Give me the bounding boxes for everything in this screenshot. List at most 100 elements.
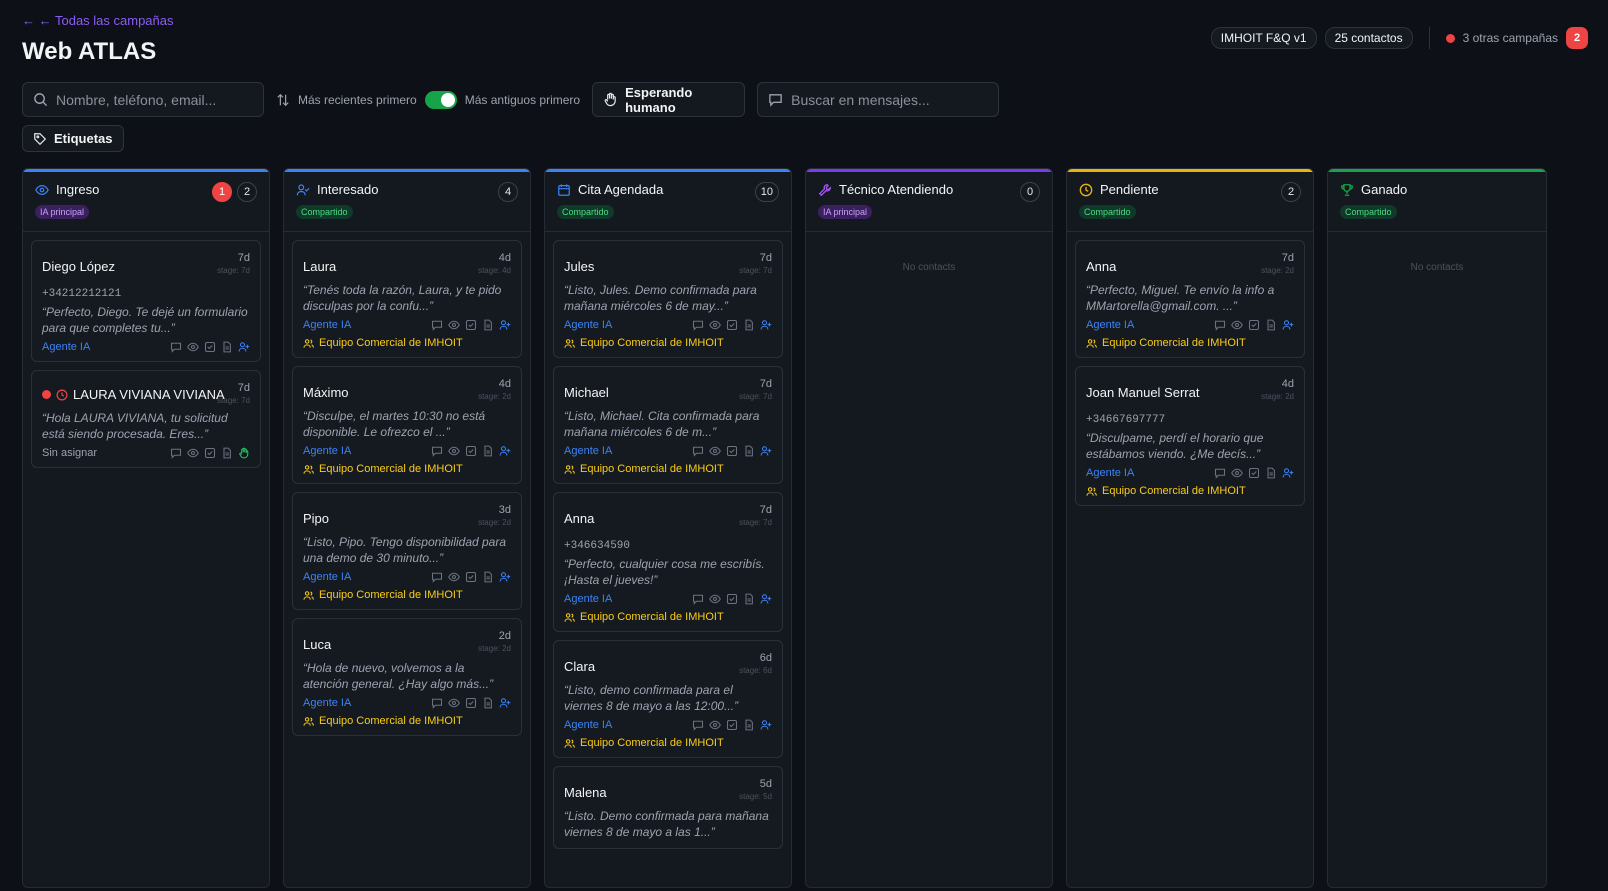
eye-icon[interactable] — [448, 319, 460, 331]
document-icon[interactable] — [743, 593, 755, 605]
contact-card[interactable]: 7d stage: 7d LAURA VIVIANA VIVIANA “Hola … — [31, 370, 261, 468]
checkbox-icon[interactable] — [465, 445, 477, 457]
waiting-human-button[interactable]: Esperando humano — [592, 82, 746, 117]
contact-card[interactable]: 7d stage: 7d Anna +346634590 “Perfecto, c… — [553, 492, 783, 632]
chat-icon[interactable] — [692, 719, 704, 731]
sort-arrows-icon[interactable] — [276, 93, 290, 107]
user-plus-icon[interactable] — [760, 445, 772, 457]
hand-icon[interactable] — [238, 447, 250, 459]
contact-card[interactable]: 7d stage: 2d Anna “Perfecto, Miguel. Te e… — [1075, 240, 1305, 358]
user-plus-icon[interactable] — [1282, 319, 1294, 331]
contact-card[interactable]: 2d stage: 2d Luca “Hola de nuevo, volvemo… — [292, 618, 522, 736]
team-icon — [303, 338, 314, 349]
user-plus-icon[interactable] — [499, 697, 511, 709]
chat-icon[interactable] — [692, 445, 704, 457]
eye-icon[interactable] — [448, 571, 460, 583]
checkbox-icon[interactable] — [726, 319, 738, 331]
checkbox-icon[interactable] — [726, 719, 738, 731]
eye-icon[interactable] — [709, 445, 721, 457]
eye-icon[interactable] — [1231, 319, 1243, 331]
user-plus-icon[interactable] — [1282, 467, 1294, 479]
user-plus-icon[interactable] — [760, 593, 772, 605]
column-cards: 4d stage: 4d Laura “Tenés toda la razón, … — [284, 232, 530, 744]
document-icon[interactable] — [482, 319, 494, 331]
other-campaigns-button[interactable]: 3 otras campañas 2 — [1445, 27, 1588, 49]
document-icon[interactable] — [482, 697, 494, 709]
sort-recent-label[interactable]: Más recientes primero — [298, 93, 417, 107]
message-search-field[interactable] — [757, 82, 1000, 117]
chat-icon[interactable] — [1214, 319, 1226, 331]
flow-pill[interactable]: IMHOIT F&Q v1 — [1210, 27, 1317, 49]
contact-search-field[interactable] — [22, 82, 264, 117]
eye-icon[interactable] — [448, 445, 460, 457]
tags-button[interactable]: Etiquetas — [22, 125, 124, 152]
alert-dot-icon — [1445, 33, 1455, 43]
message-search-input[interactable] — [791, 91, 989, 108]
contact-card[interactable]: 6d stage: 6d Clara “Listo, demo confirmad… — [553, 640, 783, 758]
checkbox-icon[interactable] — [726, 445, 738, 457]
contact-card[interactable]: 4d stage: 4d Laura “Tenés toda la razón, … — [292, 240, 522, 358]
document-icon[interactable] — [482, 445, 494, 457]
contact-card[interactable]: 3d stage: 2d Pipo “Listo, Pipo. Tengo dis… — [292, 492, 522, 610]
card-name: Laura — [303, 259, 337, 274]
sort-order-toggle[interactable] — [424, 90, 457, 109]
eye-icon — [35, 183, 49, 197]
contact-card[interactable]: 4d stage: 2d Joan Manuel Serrat +34667697… — [1075, 366, 1305, 506]
user-plus-icon[interactable] — [499, 319, 511, 331]
checkbox-icon[interactable] — [1248, 319, 1260, 331]
document-icon[interactable] — [743, 319, 755, 331]
eye-icon[interactable] — [709, 719, 721, 731]
chat-icon[interactable] — [692, 319, 704, 331]
sort-oldest-label[interactable]: Más antiguos primero — [465, 93, 580, 107]
contact-card[interactable]: 7d stage: 7d Diego López +34212212121 “Pe… — [31, 240, 261, 362]
checkbox-icon[interactable] — [465, 697, 477, 709]
contact-card[interactable]: 5d stage: 5d Malena “Listo. Demo confirma… — [553, 766, 783, 849]
card-age: 7d — [1281, 252, 1294, 264]
user-plus-icon[interactable] — [499, 445, 511, 457]
column-ingreso: Ingreso 1 2 IA principal 7d stage: 7d Die… — [22, 168, 270, 888]
document-icon[interactable] — [221, 447, 233, 459]
eye-icon[interactable] — [709, 319, 721, 331]
back-to-campaigns-link[interactable]: ← ← Todas las campañas — [22, 13, 174, 28]
other-campaigns-count-badge: 2 — [1566, 27, 1588, 49]
card-assignee: Agente IA — [42, 341, 91, 353]
card-team-label: Equipo Comercial de IMHOIT — [319, 715, 463, 727]
chat-icon[interactable] — [170, 447, 182, 459]
chat-icon[interactable] — [170, 341, 182, 353]
chat-icon[interactable] — [431, 319, 443, 331]
document-icon[interactable] — [482, 571, 494, 583]
card-name: Joan Manuel Serrat — [1086, 385, 1200, 400]
user-plus-icon[interactable] — [760, 319, 772, 331]
checkbox-icon[interactable] — [1248, 467, 1260, 479]
eye-icon[interactable] — [1231, 467, 1243, 479]
document-icon[interactable] — [1265, 467, 1277, 479]
eye-icon[interactable] — [187, 447, 199, 459]
contact-card[interactable]: 7d stage: 7d Michael “Listo, Michael. Cit… — [553, 366, 783, 484]
card-team-label: Equipo Comercial de IMHOIT — [1102, 337, 1246, 349]
user-plus-icon[interactable] — [499, 571, 511, 583]
contact-search-input[interactable] — [56, 91, 253, 108]
document-icon[interactable] — [743, 445, 755, 457]
column-title: Ingreso — [56, 182, 100, 197]
checkbox-icon[interactable] — [204, 447, 216, 459]
eye-icon[interactable] — [448, 697, 460, 709]
checkbox-icon[interactable] — [465, 319, 477, 331]
document-icon[interactable] — [743, 719, 755, 731]
chat-icon[interactable] — [1214, 467, 1226, 479]
document-icon[interactable] — [1265, 319, 1277, 331]
chat-icon[interactable] — [431, 445, 443, 457]
eye-icon[interactable] — [709, 593, 721, 605]
contact-card[interactable]: 7d stage: 7d Jules “Listo, Jules. Demo co… — [553, 240, 783, 358]
chat-icon[interactable] — [692, 593, 704, 605]
checkbox-icon[interactable] — [726, 593, 738, 605]
checkbox-icon[interactable] — [204, 341, 216, 353]
tags-label: Etiquetas — [54, 131, 113, 146]
contact-card[interactable]: 4d stage: 2d Máximo “Disculpe, el martes … — [292, 366, 522, 484]
document-icon[interactable] — [221, 341, 233, 353]
user-plus-icon[interactable] — [760, 719, 772, 731]
eye-icon[interactable] — [187, 341, 199, 353]
chat-icon[interactable] — [431, 571, 443, 583]
chat-icon[interactable] — [431, 697, 443, 709]
user-plus-icon[interactable] — [238, 341, 250, 353]
checkbox-icon[interactable] — [465, 571, 477, 583]
